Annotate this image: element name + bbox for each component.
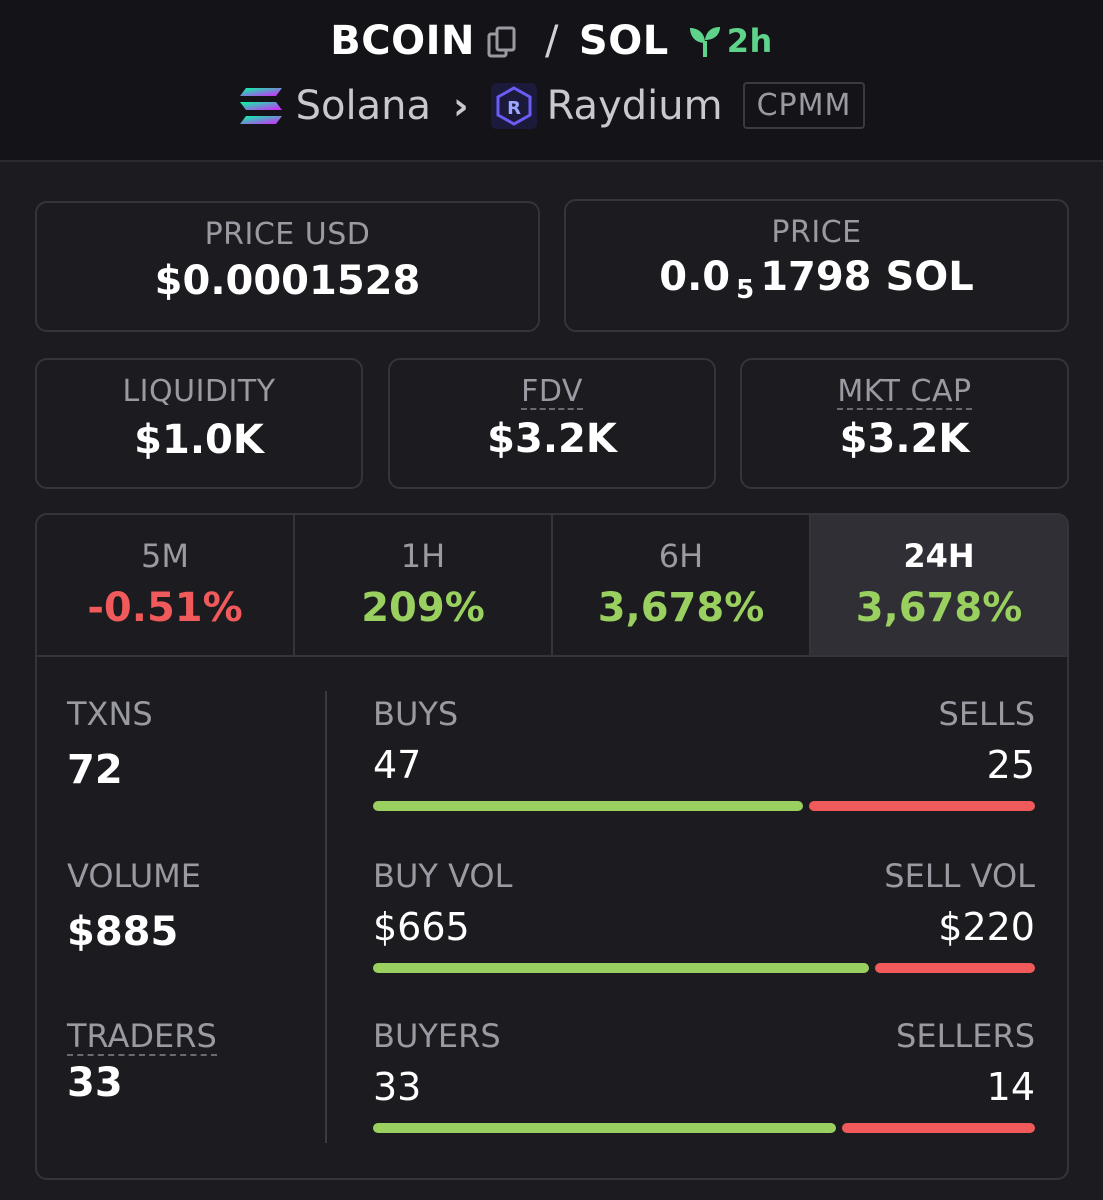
price-native-card: PRICE 0.0 5 1798 SOL [564,199,1069,332]
chevron-right-icon: › [452,83,469,128]
quote-token-symbol: SOL [578,18,669,64]
txns-stat: TXNS 72 [67,695,153,793]
txns-value: 72 [67,747,123,793]
price-usd-label: PRICE USD [204,217,371,252]
mktcap-card[interactable]: MKT CAP $3.2K [740,358,1069,489]
volume-value: $885 [67,909,179,955]
buys-sells-stat: BUYS SELLS 47 25 [373,695,1035,811]
sprout-icon [689,27,720,57]
solana-icon [239,87,282,124]
buyers-label: BUYERS [373,1017,501,1055]
copy-icon[interactable] [485,25,521,61]
fdv-label[interactable]: FDV [521,375,583,410]
price-native-suffix: 1798 SOL [760,254,974,300]
sellers-bar-segment [842,1123,1035,1133]
mktcap-label[interactable]: MKT CAP [837,375,972,410]
tab-5m-change: -0.51% [87,585,243,631]
tab-5m-label: 5M [141,537,189,575]
dex-name[interactable]: Raydium [547,83,723,129]
pair-age-text: 2h [726,22,773,60]
pair-separator: / [544,18,559,64]
svg-text:R: R [507,98,521,119]
tab-1h[interactable]: 1H 209% [295,515,553,656]
liquidity-value: $1.0K [134,417,264,463]
sell-vol-bar-segment [875,963,1035,973]
sells-bar-segment [809,801,1035,811]
buy-sell-volume-bar [373,963,1035,973]
sell-vol-value: $220 [938,905,1035,949]
tab-1h-label: 1H [400,537,446,575]
liquidity-label: LIQUIDITY [122,374,276,409]
mktcap-value: $3.2K [839,416,970,462]
buy-sell-volume-stat: BUY VOL SELL VOL $665 $220 [373,857,1035,973]
sellers-label: SELLERS [896,1017,1035,1055]
stats-divider [325,691,327,1143]
timeframe-tabs: 5M -0.51% 1H 209% 6H 3,678% 24H 3,678% [35,513,1069,656]
tab-6h-change: 3,678% [597,585,765,631]
price-usd-card: PRICE USD $0.0001528 [35,201,540,332]
price-native-label: PRICE [771,215,862,250]
buyers-sellers-bar [373,1123,1035,1133]
sell-vol-label: SELL VOL [884,857,1035,895]
tab-24h-change: 3,678% [855,585,1023,631]
stats-panel: TXNS 72 VOLUME $885 TRADERS 33 BUYS SELL… [35,655,1069,1180]
price-native-prefix: 0.0 [659,254,731,300]
raydium-icon: R [490,82,537,129]
tab-24h[interactable]: 24H 3,678% [811,515,1067,656]
tab-5m[interactable]: 5M -0.51% [37,515,295,656]
traders-value: 33 [67,1060,123,1107]
buyers-bar-segment [373,1123,836,1133]
traders-stat[interactable]: TRADERS 33 [67,1017,217,1106]
pair-age: 2h [687,22,773,60]
tab-6h[interactable]: 6H 3,678% [553,515,811,656]
tab-1h-change: 209% [361,585,485,631]
price-native-zero-count: 5 [736,275,755,305]
sells-value: 25 [986,743,1035,787]
buyers-value: 33 [373,1065,422,1109]
buyers-sellers-stat: BUYERS SELLERS 33 14 [373,1017,1035,1133]
sellers-value: 14 [986,1065,1035,1109]
pool-type-badge: CPMM [742,82,866,129]
tab-6h-label: 6H [658,537,704,575]
traders-label[interactable]: TRADERS [67,1018,217,1057]
buys-bar-segment [373,801,803,811]
fdv-card[interactable]: FDV $3.2K [388,358,716,489]
liquidity-card: LIQUIDITY $1.0K [35,358,363,489]
pair-header: BCOIN / SOL 2h Solana › R Raydium CPMM [0,0,1103,162]
chain-dex-row: Solana › R Raydium CPMM [0,82,1103,129]
buys-label: BUYS [373,695,459,733]
buy-vol-bar-segment [373,963,869,973]
base-token-symbol[interactable]: BCOIN [330,18,475,64]
buys-value: 47 [373,743,422,787]
buy-vol-label: BUY VOL [373,857,513,895]
sells-label: SELLS [938,695,1036,733]
txns-label: TXNS [67,695,153,733]
buys-sells-bar [373,801,1035,811]
chain-name[interactable]: Solana [296,83,431,129]
volume-label: VOLUME [67,857,201,895]
volume-stat: VOLUME $885 [67,857,201,955]
tab-24h-label: 24H [903,537,975,575]
buy-vol-value: $665 [373,905,470,949]
price-native-value: 0.0 5 1798 SOL [566,254,1067,305]
pair-title-row: BCOIN / SOL 2h [0,18,1103,64]
price-usd-value: $0.0001528 [154,258,421,304]
fdv-value: $3.2K [487,416,617,462]
